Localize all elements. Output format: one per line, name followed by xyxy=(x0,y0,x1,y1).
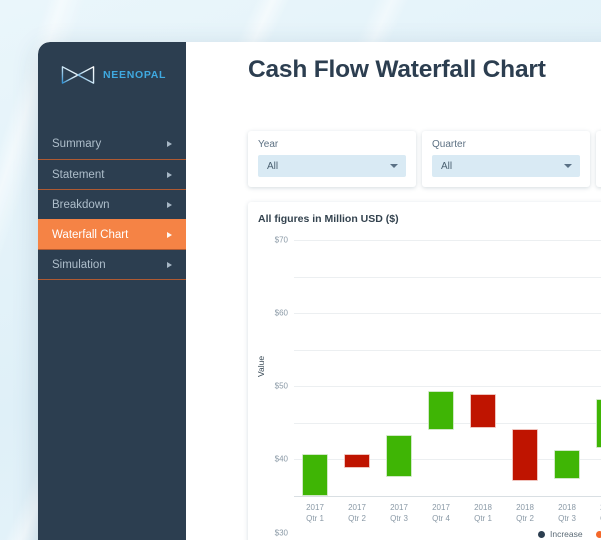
x-axis-tick-label: 2018Qtr 4 xyxy=(588,502,601,524)
waterfall-bar[interactable] xyxy=(511,428,538,481)
x-tick-quarter: Qtr 1 xyxy=(474,514,492,523)
x-axis-line xyxy=(294,496,601,497)
legend-label-increase: Increase xyxy=(550,529,583,539)
waterfall-bar[interactable] xyxy=(301,453,328,496)
brand-name: NEENOPAL xyxy=(103,69,167,81)
y-axis-tick-label: $40 xyxy=(274,454,288,464)
y-axis-tick-label: $50 xyxy=(274,381,288,391)
chevron-right-icon xyxy=(167,231,172,238)
waterfall-plot: $0$10$20$30$40$50$60$70 2017Qtr 12017Qtr… xyxy=(275,236,601,537)
x-tick-year: 2017 xyxy=(306,503,324,512)
x-tick-quarter: Qtr 4 xyxy=(588,513,601,524)
x-tick-year: 2018 xyxy=(558,503,576,512)
sidebar-item-breakdown[interactable]: Breakdown xyxy=(38,189,186,219)
sidebar-item-label: Summary xyxy=(52,138,102,150)
sidebar-nav: Summary Statement Breakdown Waterfall Ch… xyxy=(38,129,186,280)
filter-quarter: Quarter All xyxy=(422,131,590,187)
y-axis-tick-label: $30 xyxy=(274,528,288,538)
sidebar-item-summary[interactable]: Summary xyxy=(38,129,186,159)
x-tick-quarter: Qtr 2 xyxy=(348,514,366,523)
x-axis-tick-label: 2017 Qtr 4 xyxy=(420,502,462,524)
chart-units-note: All figures in Million USD ($) xyxy=(258,213,399,225)
sidebar-item-simulation[interactable]: Simulation xyxy=(38,249,186,279)
main-content: Cash Flow Waterfall Chart Year All Quart… xyxy=(186,42,601,540)
x-tick-year: 2017 xyxy=(432,503,450,512)
filter-quarter-label: Quarter xyxy=(432,139,466,150)
chevron-right-icon xyxy=(167,201,172,208)
x-tick-year: 2018 xyxy=(516,503,534,512)
gridline: $60 xyxy=(275,276,601,318)
x-tick-quarter: Qtr 3 xyxy=(558,514,576,523)
x-axis-tick-label: 2017 Qtr 2 xyxy=(336,502,378,524)
dashboard-card: NEENOPAL Summary Statement Breakdown Wat… xyxy=(38,42,601,540)
filter-year: Year All xyxy=(248,131,416,187)
sidebar-item-waterfall-chart[interactable]: Waterfall Chart xyxy=(38,219,186,249)
gridline: $70 xyxy=(275,236,601,245)
page-title: Cash Flow Waterfall Chart xyxy=(248,56,546,83)
legend-item-increase[interactable]: Increase xyxy=(538,529,583,539)
filter-quarter-value: All xyxy=(441,160,453,172)
chevron-right-icon xyxy=(167,261,172,268)
legend-item-decrease[interactable]: Decrease xyxy=(595,529,601,539)
waterfall-bar[interactable] xyxy=(595,399,601,449)
x-axis-tick-label: 2018 Qtr 2 xyxy=(504,502,546,524)
x-axis-tick-label: 2017 Qtr 1 xyxy=(294,502,336,524)
sidebar-item-label: Breakdown xyxy=(52,198,110,211)
x-tick-year: 2018 xyxy=(588,502,601,513)
x-tick-year: 2017 xyxy=(348,503,366,512)
x-tick-quarter: Qtr 1 xyxy=(306,514,324,523)
brand-logo[interactable]: NEENOPAL xyxy=(38,42,186,86)
x-axis-tick-label: 2018 Qtr 1 xyxy=(462,502,504,524)
infinity-bowtie-logo-icon xyxy=(61,66,95,84)
y-axis-tick-label: $70 xyxy=(274,235,288,245)
waterfall-bar[interactable] xyxy=(427,391,454,430)
sidebar-item-label: Waterfall Chart xyxy=(52,228,129,241)
waterfall-bar[interactable] xyxy=(385,434,412,477)
waterfall-bar[interactable] xyxy=(469,394,496,428)
x-tick-quarter: Qtr 3 xyxy=(390,514,408,523)
sidebar-item-label: Simulation xyxy=(52,258,106,271)
chevron-down-icon xyxy=(564,164,572,168)
chart-legend: Increase Decrease Total xyxy=(538,529,601,539)
x-tick-quarter: Qtr 2 xyxy=(516,514,534,523)
x-tick-year: 2018 xyxy=(474,503,492,512)
gridline: $40 xyxy=(275,349,601,464)
waterfall-bar[interactable] xyxy=(553,449,580,479)
y-axis-tick-label: $60 xyxy=(274,308,288,318)
sidebar-item-label: Statement xyxy=(52,168,105,181)
legend-dot-increase xyxy=(538,530,545,538)
sidebar-item-statement[interactable]: Statement xyxy=(38,159,186,189)
filter-quarter-select[interactable]: All xyxy=(432,155,580,177)
x-tick-year: 2017 xyxy=(390,503,408,512)
sidebar: NEENOPAL Summary Statement Breakdown Wat… xyxy=(38,42,186,540)
x-axis-tick-label: 2017 Qtr 3 xyxy=(378,502,420,524)
chevron-down-icon xyxy=(390,164,398,168)
filter-month: Month All xyxy=(596,131,601,187)
chevron-right-icon xyxy=(167,171,172,178)
y-axis-label: Value xyxy=(256,355,266,377)
waterfall-bar[interactable] xyxy=(343,453,370,468)
gridline: $50 xyxy=(275,313,601,391)
sidebar-divider xyxy=(38,279,186,280)
legend-dot-decrease xyxy=(595,530,601,538)
x-tick-quarter: Qtr 4 xyxy=(432,514,450,523)
filter-year-value: All xyxy=(267,160,279,172)
filter-year-select[interactable]: All xyxy=(258,155,406,177)
chevron-right-icon xyxy=(167,141,172,147)
x-axis-tick-label: 2018 Qtr 3 xyxy=(546,502,588,524)
filter-year-label: Year xyxy=(258,139,279,150)
chart-panel: All figures in Million USD ($) Value $0$… xyxy=(248,202,601,540)
gridline: $30 xyxy=(275,386,601,537)
